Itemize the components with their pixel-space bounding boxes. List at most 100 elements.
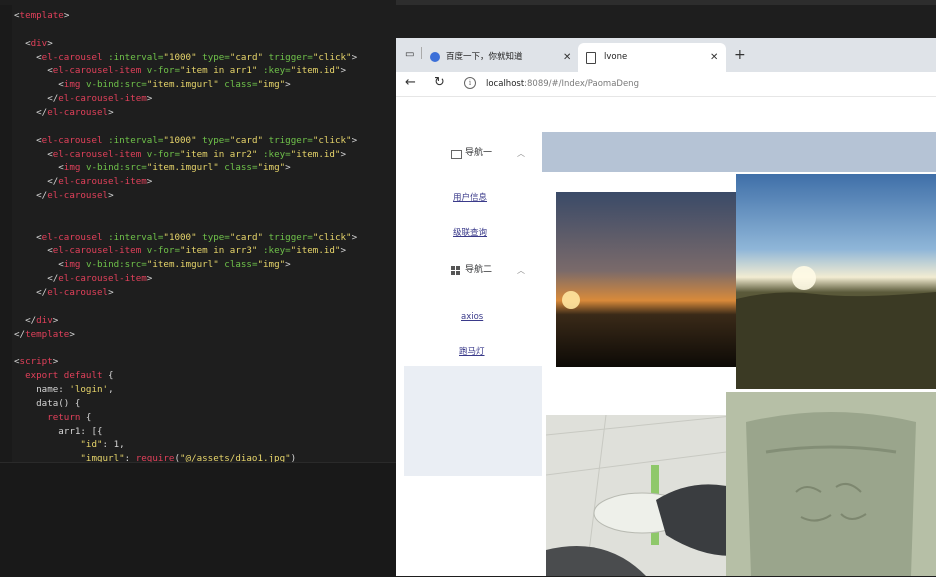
code-token: >	[52, 314, 59, 326]
code-line[interactable]: </div>	[14, 314, 58, 328]
code-token: img	[63, 259, 81, 271]
chevron-up-icon[interactable]: ︿	[517, 265, 525, 276]
code-line[interactable]: </el-carousel>	[14, 106, 113, 120]
code-line[interactable]: name: 'login',	[14, 383, 113, 397]
code-token: >	[146, 273, 153, 285]
chevron-up-icon[interactable]: ︿	[517, 148, 525, 159]
code-line[interactable]: <img v-bind:src="item.imgurl" class="img…	[14, 78, 291, 92]
code-token: trigger=	[268, 51, 313, 63]
tab-baidu[interactable]: 百度一下，你就知道 ✕	[428, 43, 578, 72]
page-favicon-icon	[586, 52, 596, 64]
code-token: "click"	[312, 51, 352, 63]
code-line[interactable]: </template>	[14, 328, 75, 342]
code-token: el-carousel	[41, 134, 103, 146]
carousel-image-sunset-grass[interactable]	[736, 174, 936, 389]
code-token: el-carousel-item	[58, 176, 147, 188]
sidebar-item-cascade-query[interactable]: 级联查询	[453, 227, 487, 239]
code-token: :interval=	[108, 134, 164, 146]
code-line[interactable]: export default {	[14, 369, 114, 383]
url-path: :8089/#/Index/PaomaDeng	[524, 79, 639, 89]
code-line[interactable]: <el-carousel :interval="1000" type="card…	[14, 231, 357, 245]
code-token: <	[14, 148, 53, 160]
carousel-image-pouch[interactable]	[726, 392, 936, 576]
tab-lvone[interactable]: lvone ✕	[578, 43, 726, 72]
code-line[interactable]: </el-carousel-item>	[14, 175, 152, 189]
info-icon[interactable]: i	[464, 77, 476, 89]
carousel-image-hand[interactable]	[546, 415, 742, 576]
code-token: "1000"	[163, 134, 197, 146]
code-token: :key=	[263, 65, 291, 77]
close-icon[interactable]: ✕	[710, 43, 718, 72]
code-token: <	[14, 245, 53, 257]
code-line[interactable]: return {	[14, 411, 91, 425]
sidebar-item-axios[interactable]: axios	[461, 311, 483, 323]
code-token: "item.id"	[290, 148, 341, 160]
code-line[interactable]: </el-carousel-item>	[14, 272, 152, 286]
code-token: class=	[224, 79, 258, 91]
sidebar-nav2-title[interactable]: 导航二	[465, 264, 492, 276]
code-token: : 1,	[102, 439, 125, 451]
code-token: type=	[202, 231, 230, 243]
code-line[interactable]: <el-carousel :interval="1000" type="card…	[14, 51, 357, 65]
code-line[interactable]: data() {	[14, 397, 80, 411]
code-line[interactable]: <script>	[14, 355, 58, 369]
refresh-icon[interactable]: ↻	[434, 75, 445, 91]
code-token: "card"	[229, 134, 264, 146]
code-token: el-carousel	[47, 106, 109, 118]
code-line[interactable]: <el-carousel :interval="1000" type="card…	[14, 134, 357, 148]
code-token: "click"	[312, 231, 352, 243]
code-editor[interactable]: <template> <div> <el-carousel :interval=…	[0, 0, 396, 577]
page-header-band	[542, 132, 936, 172]
code-token: v-bind:src=	[85, 259, 147, 271]
baidu-favicon-icon	[430, 52, 440, 62]
code-token: el-carousel-item	[52, 148, 142, 160]
new-tab-button[interactable]: +	[734, 45, 746, 65]
code-line[interactable]: <img v-bind:src="item.imgurl" class="img…	[14, 258, 290, 272]
code-line[interactable]: </el-carousel>	[14, 286, 113, 300]
tab-actions-icon[interactable]: ▭	[405, 47, 414, 63]
code-token: >	[63, 10, 70, 21]
code-token: name:	[14, 383, 70, 395]
code-token: >	[285, 79, 291, 91]
code-token: el-carousel	[41, 51, 103, 63]
sunset-grass-photo	[736, 174, 936, 389]
code-token: <	[14, 259, 64, 271]
code-line[interactable]: "id": 1,	[14, 438, 125, 452]
code-token: >	[69, 328, 75, 340]
code-token: "img"	[257, 162, 286, 174]
close-icon[interactable]: ✕	[563, 43, 571, 72]
carousel-image-sunset-field[interactable]	[556, 192, 740, 367]
code-token: {	[102, 370, 114, 382]
code-token: >	[146, 93, 153, 105]
code-token: {	[80, 411, 92, 423]
menu-grid-icon	[451, 266, 461, 276]
code-token: v-for=	[146, 148, 180, 160]
code-line[interactable]: <el-carousel-item v-for="item in arr1" :…	[14, 64, 346, 78]
code-line[interactable]: <img v-bind:src="item.imgurl" class="img…	[14, 161, 290, 175]
code-line[interactable]: <el-carousel-item v-for="item in arr2" :…	[14, 148, 346, 162]
sidebar-nav1-title[interactable]: 导航一	[465, 147, 492, 159]
code-token: el-carousel-item	[58, 273, 147, 285]
code-token: class=	[224, 259, 258, 271]
sidebar-item-marquee[interactable]: 跑马灯	[459, 346, 485, 358]
code-token: </	[14, 93, 59, 105]
code-token: export default	[14, 370, 103, 382]
url-field[interactable]: localhost:8089/#/Index/PaomaDeng	[486, 77, 639, 91]
code-token: el-carousel	[47, 190, 109, 202]
code-token: :key=	[263, 245, 291, 257]
code-line[interactable]: </el-carousel-item>	[14, 92, 152, 106]
code-token: arr1: [{	[14, 425, 103, 437]
sidebar-item-user-info[interactable]: 用户信息	[453, 192, 487, 204]
code-line[interactable]: <el-carousel-item v-for="item in arr3" :…	[14, 244, 346, 258]
code-line[interactable]: </el-carousel>	[14, 189, 114, 203]
code-token: >	[108, 190, 114, 202]
code-token: "card"	[229, 51, 264, 63]
code-line[interactable]: arr1: [{	[14, 425, 103, 439]
browser-window: ▭ 百度一下，你就知道 ✕ lvone ✕ + ← ↻ i localhost:…	[396, 38, 936, 576]
tab-lvone-title: lvone	[604, 52, 628, 62]
editor-bottom-panel	[0, 462, 396, 577]
code-line[interactable]: <div>	[14, 37, 53, 51]
code-token: </	[14, 273, 59, 285]
code-line[interactable]: <template>	[14, 9, 69, 23]
back-arrow-icon[interactable]: ←	[405, 75, 416, 91]
